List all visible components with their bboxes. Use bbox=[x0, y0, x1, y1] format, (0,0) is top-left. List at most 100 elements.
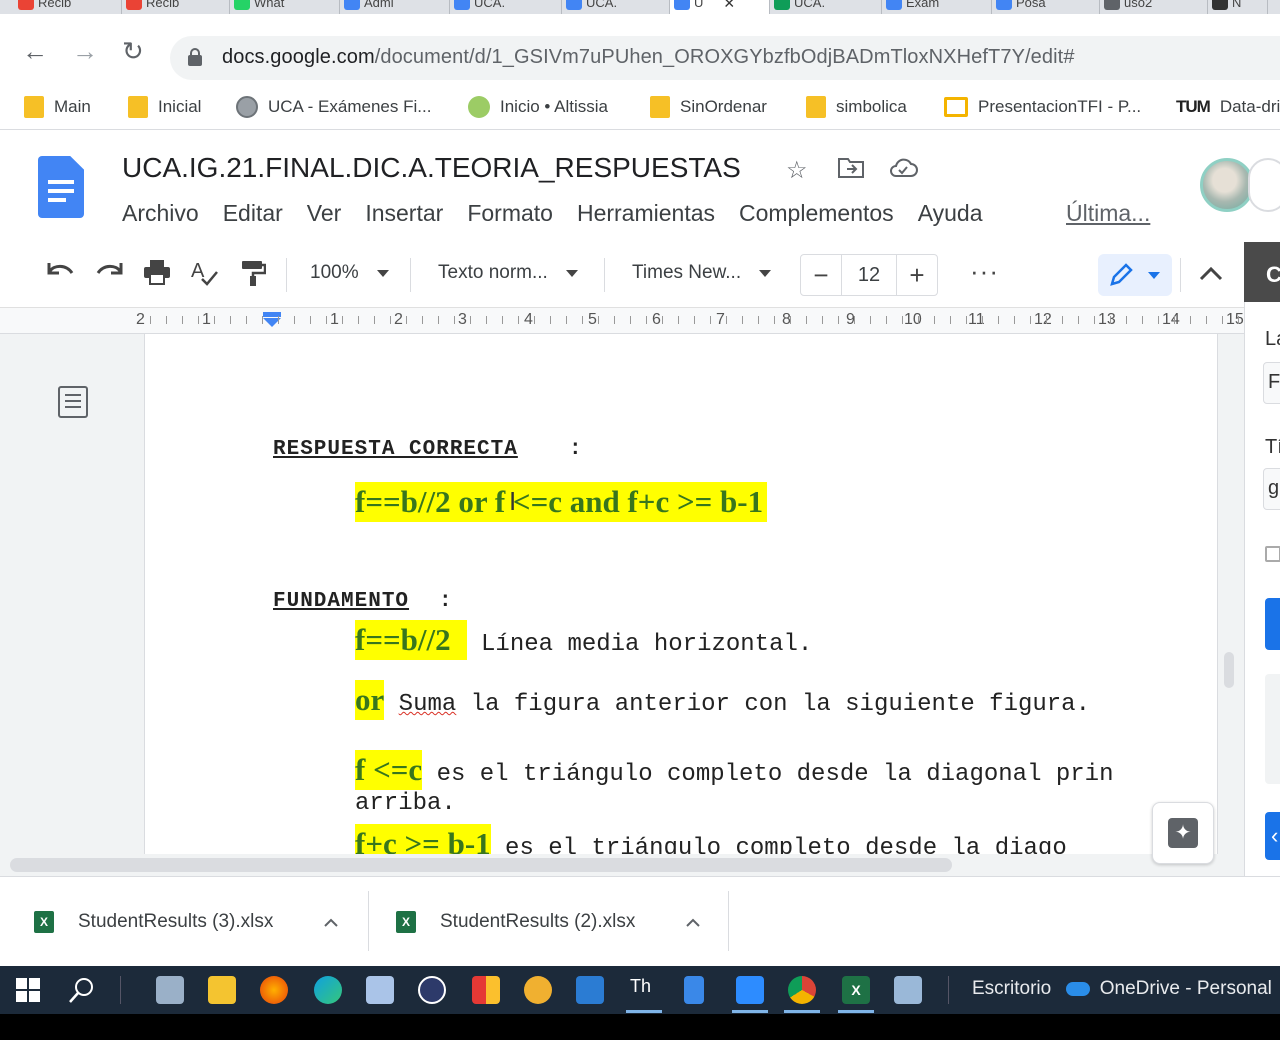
onedrive-label[interactable]: OneDrive - Personal bbox=[1100, 978, 1272, 999]
bookmark-item[interactable]: TUM Data-dri bbox=[1176, 90, 1280, 124]
document-title[interactable]: UCA.IG.21.FINAL.DIC.A.TEORIA_RESPUESTAS bbox=[122, 152, 741, 184]
horizontal-scrollbar[interactable] bbox=[10, 858, 952, 872]
windows-start-icon[interactable] bbox=[16, 978, 40, 1007]
explore-sparkle-icon: ✦ bbox=[1168, 818, 1198, 848]
browser-tab[interactable]: uso2 bbox=[1100, 0, 1208, 14]
menu-item-ayuda[interactable]: Ayuda bbox=[918, 200, 983, 227]
ruler-tick bbox=[278, 316, 279, 324]
side-panel-primary-button[interactable] bbox=[1265, 598, 1280, 650]
menu-item-ver[interactable]: Ver bbox=[307, 200, 342, 227]
forward-arrow-icon[interactable]: → bbox=[72, 36, 98, 67]
document-outline-icon[interactable] bbox=[58, 386, 88, 418]
folder-icon bbox=[128, 96, 148, 118]
font-size-input[interactable]: 12 bbox=[841, 255, 897, 295]
zoom-app-icon[interactable] bbox=[736, 976, 764, 1004]
browser-tab[interactable]: Recib bbox=[14, 0, 122, 14]
bookmark-label: Main bbox=[54, 97, 91, 116]
url-bar[interactable]: docs.google.com/document/d/1_GSIVm7uPUhe… bbox=[170, 36, 1280, 80]
zoom-select[interactable]: 100% bbox=[310, 262, 389, 284]
share-button[interactable] bbox=[1248, 158, 1280, 212]
browser-tab[interactable]: N bbox=[1208, 0, 1268, 14]
taskbar-app-icon[interactable] bbox=[684, 976, 704, 1004]
undo-icon[interactable] bbox=[46, 259, 76, 290]
print-icon[interactable] bbox=[142, 259, 172, 292]
more-options-icon[interactable]: ··· bbox=[970, 256, 999, 287]
indent-marker-icon[interactable] bbox=[262, 312, 282, 328]
screen-bottom-edge bbox=[0, 1014, 1280, 1040]
last-edit-link[interactable]: Última... bbox=[1066, 200, 1150, 227]
file-explorer-icon[interactable] bbox=[208, 976, 236, 1004]
chevron-up-icon[interactable] bbox=[685, 911, 701, 933]
paragraph-style-select[interactable]: Texto norm... bbox=[438, 262, 578, 284]
taskbar-app-icon[interactable] bbox=[894, 976, 922, 1004]
bookmark-item[interactable]: SinOrdenar bbox=[650, 90, 767, 124]
taskbar-app-icon[interactable] bbox=[472, 976, 500, 1004]
star-icon[interactable]: ☆ bbox=[786, 156, 808, 185]
side-panel-checkbox[interactable] bbox=[1265, 546, 1280, 562]
browser-tab[interactable]: UCA. bbox=[450, 0, 562, 14]
download-item[interactable]: X StudentResults (3).xlsx bbox=[34, 877, 339, 967]
edge-icon[interactable] bbox=[314, 976, 342, 1004]
browser-tab[interactable]: Admi bbox=[340, 0, 450, 14]
browser-tab[interactable]: U ✕ bbox=[670, 0, 770, 14]
browser-tab[interactable]: UCA. bbox=[770, 0, 882, 14]
search-icon[interactable] bbox=[68, 976, 96, 1009]
font-family-select[interactable]: Times New... bbox=[632, 262, 772, 284]
side-panel-field[interactable]: F bbox=[1263, 362, 1280, 404]
close-tab-icon[interactable]: ✕ bbox=[723, 0, 735, 10]
taskbar-app-icon[interactable] bbox=[524, 976, 552, 1004]
chrome-icon[interactable] bbox=[788, 976, 816, 1004]
menu-item-herramientas[interactable]: Herramientas bbox=[577, 200, 715, 227]
menu-item-editar[interactable]: Editar bbox=[223, 200, 283, 227]
browser-tab[interactable]: UCA. bbox=[562, 0, 670, 14]
cloud-status-icon[interactable] bbox=[888, 156, 918, 185]
explore-button[interactable]: ✦ bbox=[1152, 802, 1214, 864]
vscode-icon[interactable] bbox=[576, 976, 604, 1004]
firefox-icon[interactable] bbox=[260, 976, 288, 1004]
excel-icon[interactable]: X bbox=[842, 976, 870, 1004]
move-folder-icon[interactable] bbox=[838, 156, 864, 185]
side-panel-back-icon[interactable]: ‹ bbox=[1265, 812, 1280, 860]
taskbar-app-icon[interactable] bbox=[156, 976, 184, 1004]
ruler[interactable]: 2 1 1 2 3 4 5 6 7 8 9 10 11 12 13 14 15 bbox=[0, 308, 1244, 334]
reload-icon[interactable]: ↻ bbox=[122, 36, 144, 67]
bookmark-item[interactable]: Inicial bbox=[128, 90, 201, 124]
menu-item-insertar[interactable]: Insertar bbox=[365, 200, 443, 227]
chevron-up-icon[interactable] bbox=[323, 911, 339, 933]
google-docs-logo-icon[interactable] bbox=[38, 156, 84, 218]
menu-item-complementos[interactable]: Complementos bbox=[739, 200, 894, 227]
increase-font-size-button[interactable]: + bbox=[897, 255, 937, 295]
ruler-tick bbox=[662, 316, 663, 324]
redo-icon[interactable] bbox=[94, 259, 124, 290]
ruler-tick bbox=[758, 316, 759, 324]
document-page[interactable]: RESPUESTA CORRECTA : f==b//2 or f <=c an… bbox=[144, 334, 1218, 854]
browser-tab[interactable]: Exam bbox=[882, 0, 992, 14]
download-item[interactable]: X StudentResults (2).xlsx bbox=[396, 877, 701, 967]
browser-tab[interactable]: What bbox=[230, 0, 340, 14]
paint-format-icon[interactable] bbox=[240, 259, 267, 294]
taskbar-app-icon[interactable] bbox=[366, 976, 394, 1004]
user-avatar[interactable] bbox=[1200, 158, 1254, 212]
side-panel-field[interactable]: g bbox=[1263, 468, 1280, 510]
side-panel-header[interactable]: C bbox=[1244, 242, 1280, 302]
editing-mode-button[interactable] bbox=[1098, 254, 1172, 296]
bookmark-item[interactable]: Inicio • Altissia bbox=[468, 90, 608, 124]
desktop-toolbar-label[interactable]: Escritorio bbox=[972, 978, 1051, 999]
vertical-scrollbar[interactable] bbox=[1224, 652, 1234, 688]
menu-item-archivo[interactable]: Archivo bbox=[122, 200, 199, 227]
basis-code: or bbox=[355, 680, 385, 720]
menu-item-formato[interactable]: Formato bbox=[467, 200, 553, 227]
decrease-font-size-button[interactable]: − bbox=[801, 255, 841, 295]
bookmark-item[interactable]: Main bbox=[24, 90, 91, 124]
spell-check-icon[interactable]: A bbox=[190, 259, 220, 294]
back-arrow-icon[interactable]: ← bbox=[22, 36, 48, 67]
browser-tab[interactable]: Recib bbox=[122, 0, 230, 14]
collapse-menus-icon[interactable] bbox=[1198, 260, 1224, 291]
taskbar-app-icon[interactable]: Th bbox=[630, 976, 658, 1004]
browser-tab[interactable]: Posa bbox=[992, 0, 1100, 14]
bookmark-item[interactable]: PresentacionTFI - P... bbox=[944, 90, 1141, 124]
url-text[interactable]: docs.google.com/document/d/1_GSIVm7uPUhe… bbox=[222, 46, 1075, 69]
bookmark-item[interactable]: UCA - Exámenes Fi... bbox=[236, 90, 431, 124]
bookmark-item[interactable]: simbolica bbox=[806, 90, 907, 124]
taskbar-app-icon[interactable] bbox=[418, 976, 446, 1004]
